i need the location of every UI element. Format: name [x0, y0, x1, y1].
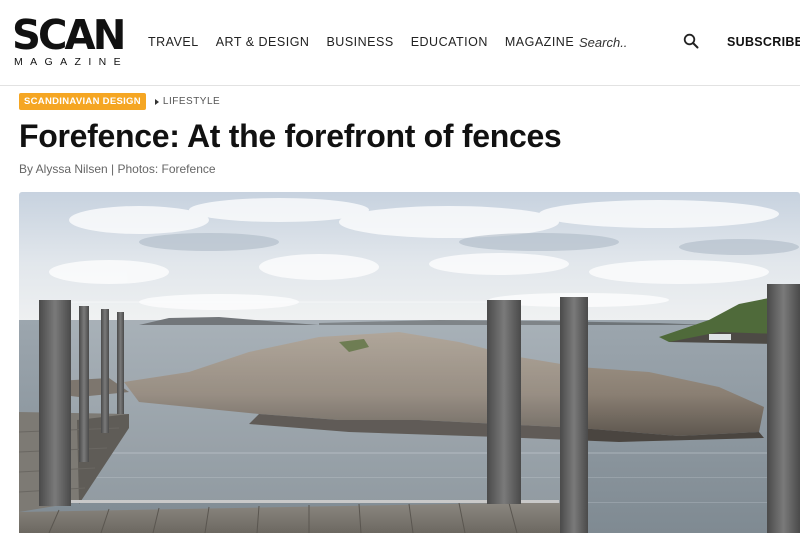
nav-item-education[interactable]: EDUCATION: [411, 35, 488, 49]
search-box: [579, 32, 701, 52]
nav-item-business[interactable]: BUSINESS: [326, 35, 393, 49]
logo-subtitle: MAGAZINE: [14, 56, 129, 68]
search-icon[interactable]: [683, 33, 699, 49]
article-byline: By Alyssa Nilsen | Photos: Forefence: [19, 162, 216, 176]
article-title: Forefence: At the forefront of fences: [19, 118, 562, 154]
nav-item-art-design[interactable]: ART & DESIGN: [216, 35, 310, 49]
breadcrumb-arrow-icon: [154, 98, 159, 105]
site-logo[interactable]: SCAN MAGAZINE: [12, 11, 126, 70]
hero-image: [19, 192, 800, 533]
subscribe-link[interactable]: SUBSCRIBE: [727, 35, 800, 49]
site-header: SCAN MAGAZINE TRAVEL ART & DESIGN BUSINE…: [0, 0, 800, 86]
category-tag[interactable]: SCANDINAVIAN DESIGN: [19, 93, 146, 110]
nav-item-travel[interactable]: TRAVEL: [148, 35, 199, 49]
logo-wordmark: SCAN: [12, 11, 126, 59]
hero-photo-fence-by-sea: [19, 192, 800, 533]
nav-item-magazine[interactable]: MAGAZINE: [505, 35, 574, 49]
subcategory-link[interactable]: LIFESTYLE: [163, 96, 220, 107]
search-input[interactable]: [579, 32, 679, 52]
main-nav: TRAVEL ART & DESIGN BUSINESS EDUCATION M…: [148, 35, 591, 49]
breadcrumb: SCANDINAVIAN DESIGN LIFESTYLE: [19, 93, 220, 110]
